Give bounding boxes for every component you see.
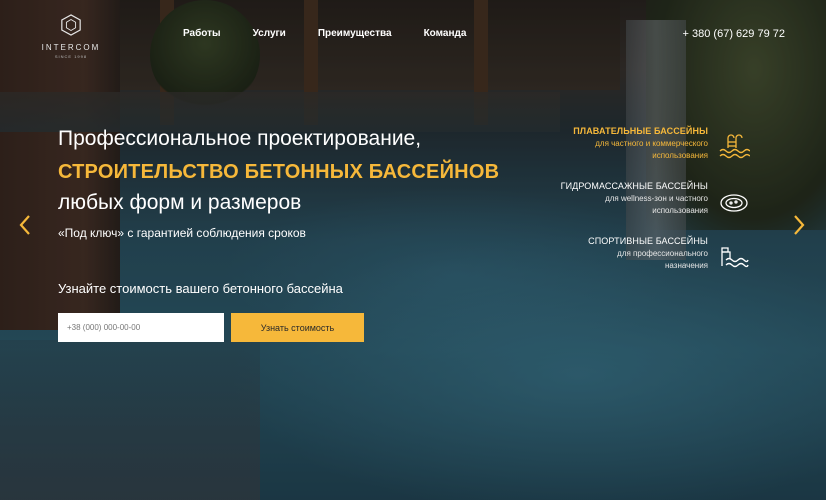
hero-subtitle: «Под ключ» с гарантией соблюдения сроков [58,226,306,240]
hero-text: Профессиональное проектирование, СТРОИТЕ… [58,126,499,240]
hero-title-highlight: СТРОИТЕЛЬСТВО БЕТОННЫХ БАССЕЙНОВ [58,161,500,183]
hero-title-line3: любых форм и размеров [58,191,302,214]
logo-hex-icon [61,14,81,36]
cost-prompt: Узнайте стоимость вашего бетонного бассе… [58,281,343,296]
nav-item-advantages[interactable]: Преимущества [318,28,392,39]
pool-type-title: ПЛАВАТЕЛЬНЫЕ БАССЕЙНЫ [573,126,708,136]
chevron-left-icon[interactable] [18,214,32,236]
logo[interactable]: INTERCOM SINCE 1998 [40,14,102,59]
pool-type-desc: для wellness-зон и частного использования [605,194,708,215]
pool-type-swimming[interactable]: ПЛАВАТЕЛЬНЫЕ БАССЕЙНЫ для частного и ком… [536,126,826,170]
nav-item-works[interactable]: Работы [183,28,221,39]
sport-pool-icon [721,247,749,268]
cost-form: Узнать стоимость [58,313,364,342]
main-nav: Работы Услуги Преимущества Команда [183,28,498,39]
pool-type-sport[interactable]: СПОРТИВНЫЕ БАССЕЙНЫ для профессиональног… [536,236,826,280]
logo-name: INTERCOM [41,43,101,52]
nav-item-team[interactable]: Команда [424,28,467,39]
get-cost-button[interactable]: Узнать стоимость [231,313,364,342]
nav-item-services[interactable]: Услуги [253,28,286,39]
pool-type-desc: для профессионального назначения [617,249,708,270]
phone-input[interactable] [58,313,224,342]
pool-type-desc: для частного и коммерческого использовани… [595,139,708,160]
swimming-pool-icon [719,134,750,159]
logo-since: SINCE 1998 [54,54,88,59]
phone-number[interactable]: + 380 (67) 629 79 72 [683,28,785,40]
jacuzzi-icon [720,194,748,212]
hero-title-line1: Профессиональное проектирование, [58,127,422,150]
pool-type-jacuzzi[interactable]: ГИДРОМАССАЖНЫЕ БАССЕЙНЫ для wellness-зон… [536,181,826,225]
pool-type-title: ГИДРОМАССАЖНЫЕ БАССЕЙНЫ [560,181,708,191]
pool-type-title: СПОРТИВНЫЕ БАССЕЙНЫ [588,236,708,246]
